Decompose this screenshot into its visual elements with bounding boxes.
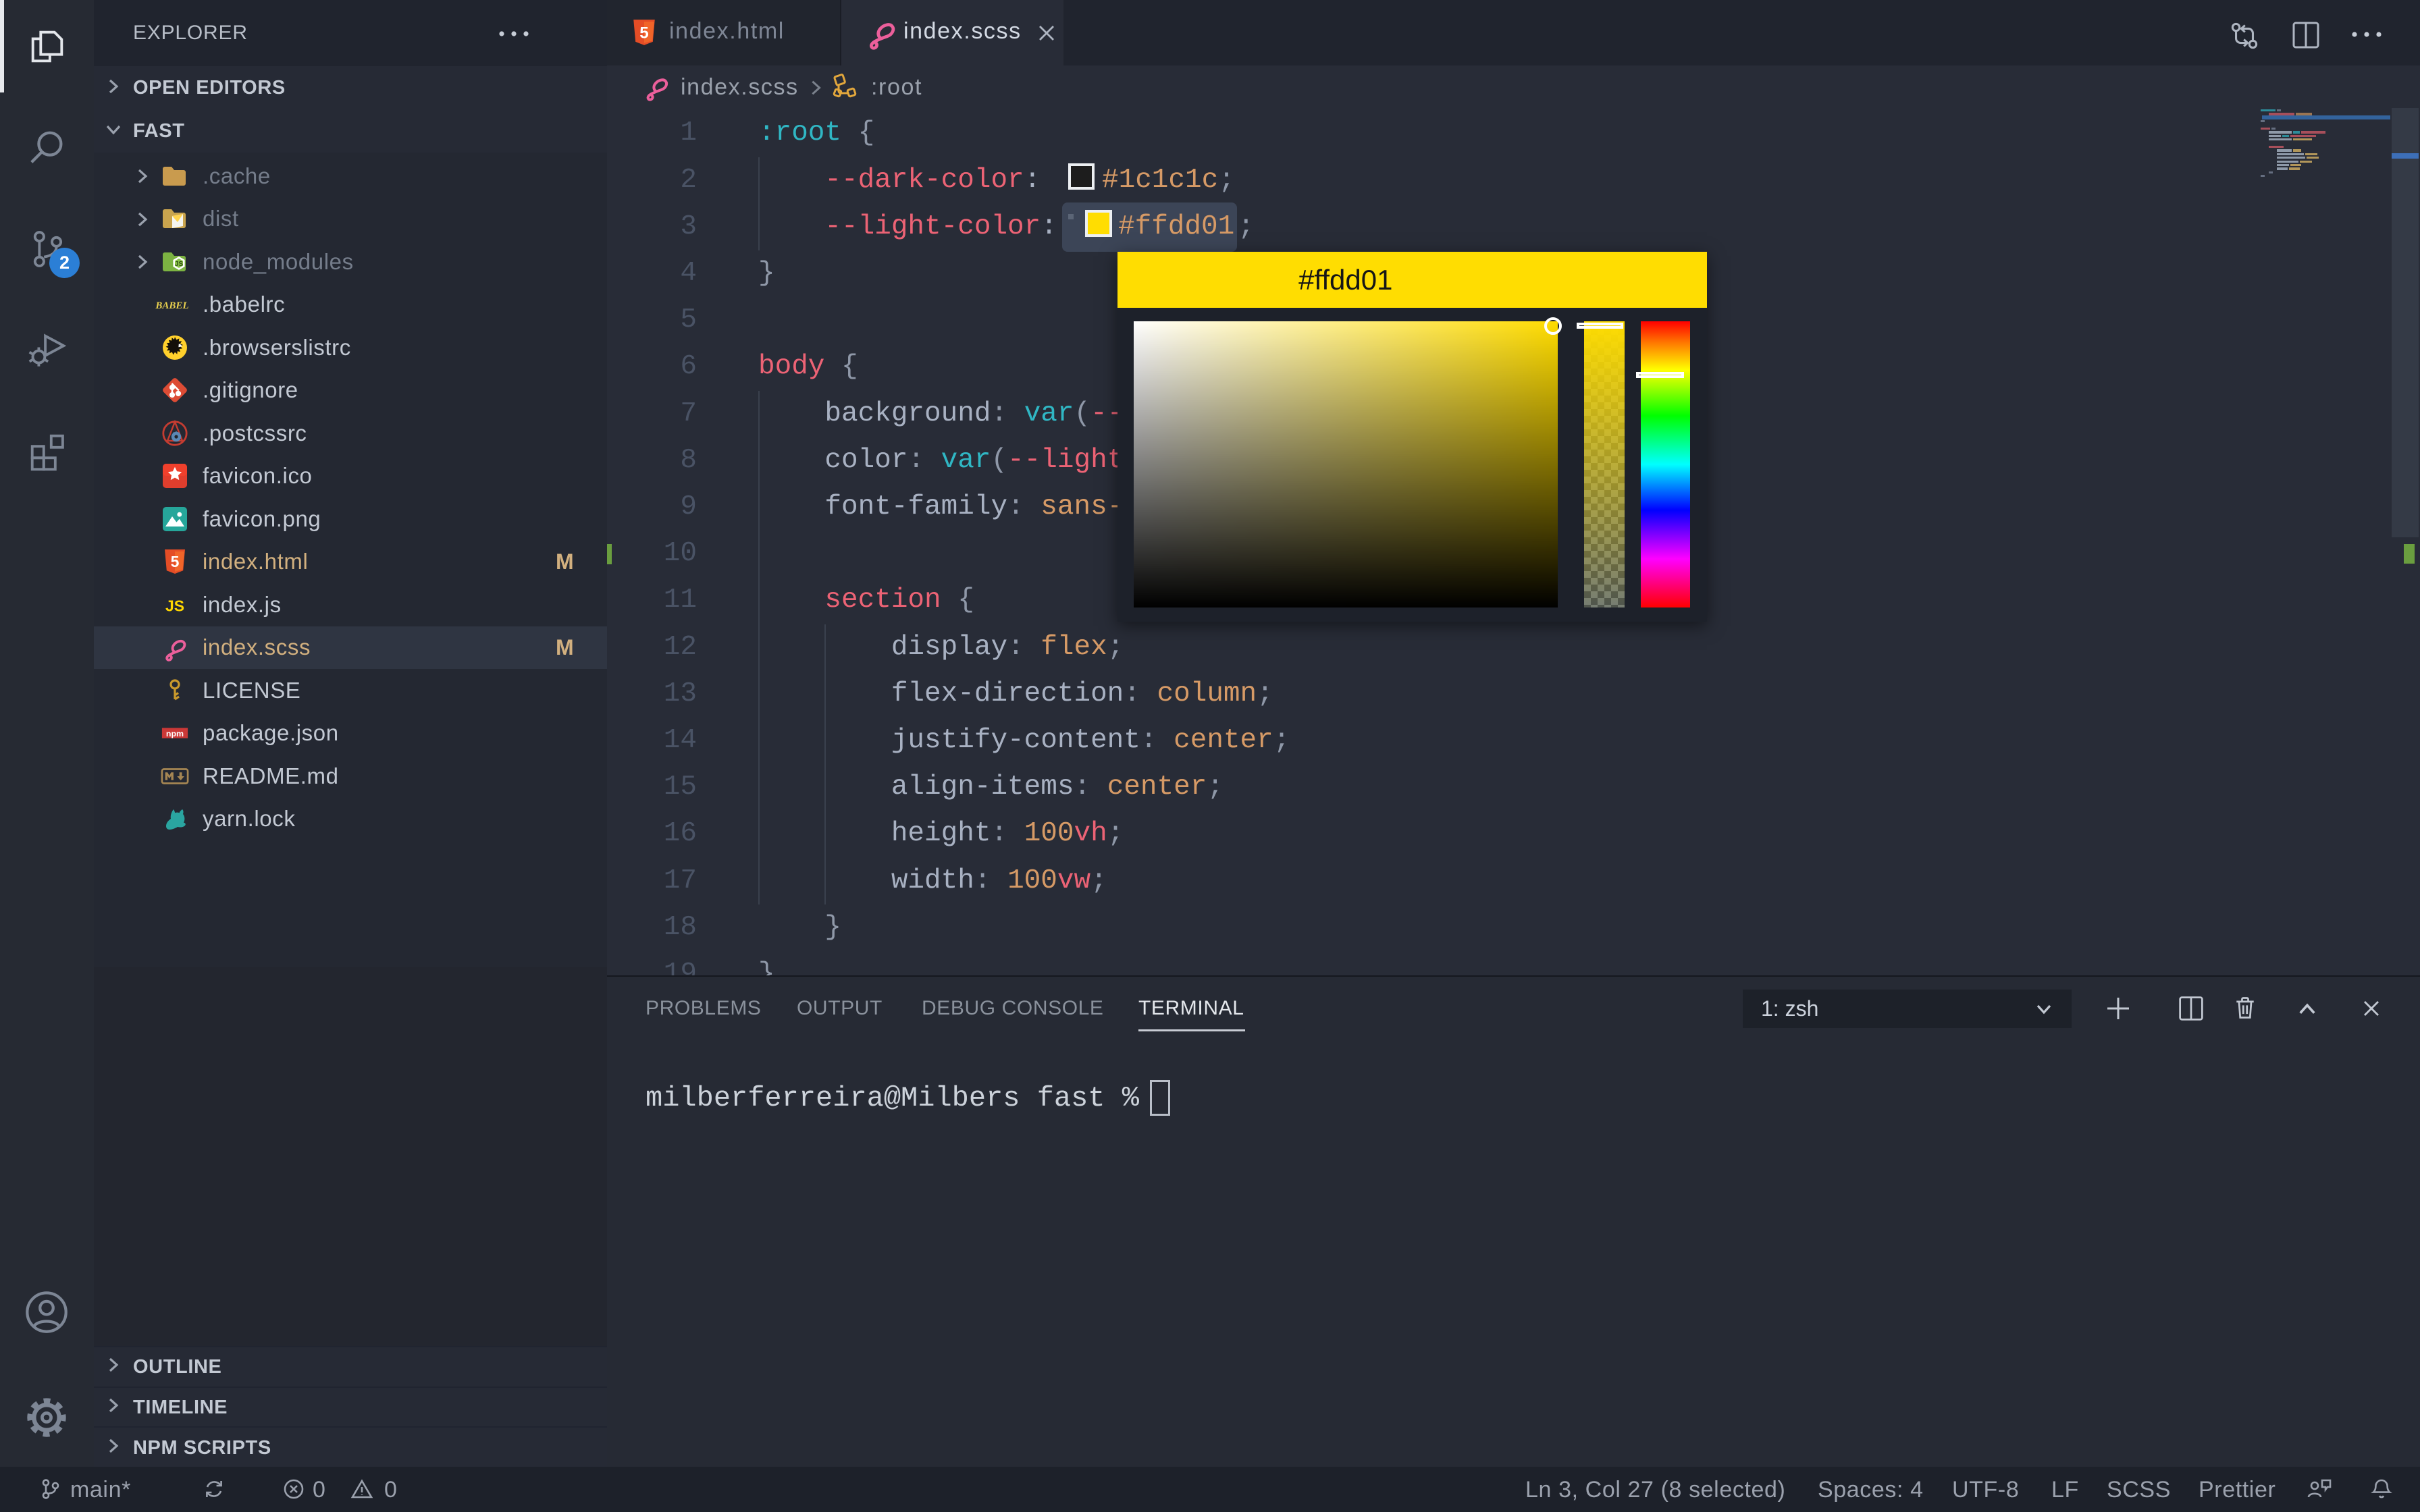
svg-text:npm: npm (166, 729, 184, 738)
svg-text:JS: JS (165, 597, 184, 614)
svg-text:5: 5 (171, 553, 180, 570)
svg-text:BABEL: BABEL (155, 300, 189, 311)
svg-text:JS: JS (175, 261, 184, 268)
